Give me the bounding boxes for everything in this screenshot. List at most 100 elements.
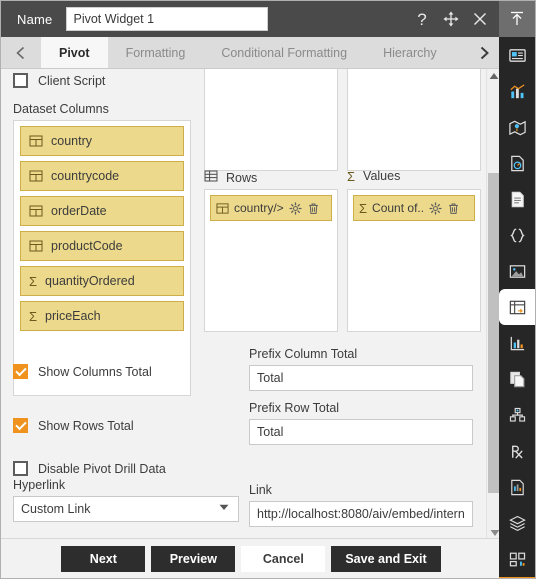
collapse-up-icon[interactable]: [499, 1, 535, 37]
table-column-icon: [216, 202, 229, 215]
cancel-button[interactable]: Cancel: [241, 545, 326, 572]
close-icon[interactable]: [471, 10, 489, 28]
image-icon[interactable]: [499, 253, 535, 289]
tab-formatting-label: Formatting: [125, 45, 186, 60]
columns-dropzone[interactable]: [204, 69, 338, 171]
checkbox-box: [13, 461, 28, 476]
tab-bar: Pivot Formatting Conditional Formatting …: [1, 37, 501, 69]
show-rows-total-checkbox[interactable]: Show Rows Total: [13, 418, 134, 433]
pivot-widget-dialog: Name ?: [0, 0, 536, 579]
column-name: quantityOrdered: [45, 274, 135, 288]
chevron-right-icon[interactable]: [467, 37, 501, 68]
sigma-icon: Σ: [29, 273, 38, 289]
widget-type-rail: [499, 37, 535, 578]
table-grid-icon: [204, 169, 218, 186]
trash-icon[interactable]: [447, 202, 460, 215]
rows-field-label: country/>: [234, 201, 284, 215]
tab-conditional-formatting-label: Conditional Formatting: [221, 45, 348, 60]
sigma-icon: Σ: [347, 168, 356, 184]
dashboard-grid-icon[interactable]: [499, 541, 535, 577]
tab-formatting[interactable]: Formatting: [108, 37, 204, 68]
map-icon[interactable]: [499, 109, 535, 145]
code-braces-icon[interactable]: [499, 217, 535, 253]
table-column-icon: [29, 239, 43, 253]
gear-icon[interactable]: [289, 201, 302, 215]
link-input[interactable]: [249, 501, 473, 527]
checkbox-box: [13, 73, 28, 88]
list-item[interactable]: countrycode: [20, 161, 184, 191]
show-columns-total-checkbox[interactable]: Show Columns Total: [13, 364, 152, 379]
disable-pivot-drill-label: Disable Pivot Drill Data: [38, 461, 166, 476]
client-script-label: Client Script: [38, 73, 106, 88]
values-dropzone[interactable]: Σ Count of..: [347, 189, 481, 332]
tab-hierarchy[interactable]: Hierarchy: [365, 37, 455, 68]
bar-chart-icon[interactable]: [499, 325, 535, 361]
name-label: Name: [17, 11, 53, 27]
values-zone-header: Σ Values: [347, 169, 400, 183]
tab-conditional-formatting[interactable]: Conditional Formatting: [203, 37, 365, 68]
prefix-row-total-input[interactable]: [249, 419, 473, 445]
document-icon[interactable]: [499, 181, 535, 217]
pivot-settings-panel: Client Script Dataset Columns country co…: [1, 69, 501, 540]
chevron-down-icon: [218, 500, 230, 518]
list-item[interactable]: productCode: [20, 231, 184, 261]
disable-pivot-drill-checkbox[interactable]: Disable Pivot Drill Data: [13, 461, 166, 476]
widget-name-input[interactable]: [66, 7, 269, 31]
hyperlink-value: Custom Link: [21, 502, 91, 516]
rx-prescription-icon[interactable]: [499, 433, 535, 469]
values-label: Values: [363, 169, 401, 183]
hyperlink-select[interactable]: Custom Link: [13, 496, 239, 522]
chevron-left-icon[interactable]: [1, 37, 41, 68]
gear-icon[interactable]: [429, 201, 442, 215]
prefix-column-total-input[interactable]: [249, 365, 473, 391]
hierarchy-cube-icon[interactable]: [499, 397, 535, 433]
prefix-row-total-label: Prefix Row Total: [249, 401, 340, 415]
rows-label: Rows: [226, 170, 258, 185]
dialog-footer: Next Preview Cancel Save and Exit: [1, 538, 501, 578]
sigma-icon: Σ: [359, 200, 368, 216]
values-field-label: Count of..: [372, 201, 425, 215]
tab-pivot-label: Pivot: [59, 45, 90, 60]
pivot-table-icon[interactable]: [499, 289, 535, 325]
checkbox-box: [13, 364, 28, 379]
rows-dropzone[interactable]: country/>: [204, 189, 338, 332]
chart-icon[interactable]: [499, 73, 535, 109]
list-item[interactable]: country: [20, 126, 184, 156]
report-document-icon[interactable]: [499, 469, 535, 505]
hyperlink-label: Hyperlink: [13, 478, 66, 492]
prefix-column-total-label: Prefix Column Total: [249, 347, 358, 361]
preview-button[interactable]: Preview: [151, 545, 236, 572]
dataset-columns-list[interactable]: country countrycode orderDate productCod…: [13, 120, 191, 396]
client-script-checkbox[interactable]: Client Script: [13, 73, 105, 88]
widget-panel-icon[interactable]: [499, 37, 535, 73]
dataset-columns-label: Dataset Columns: [13, 102, 109, 116]
tab-pivot[interactable]: Pivot: [41, 37, 108, 68]
list-item[interactable]: Σ quantityOrdered: [20, 266, 184, 296]
rows-field-chip[interactable]: country/>: [210, 195, 332, 221]
link-label: Link: [249, 483, 272, 497]
show-columns-total-label: Show Columns Total: [38, 364, 152, 379]
trash-icon[interactable]: [307, 202, 320, 215]
show-rows-total-label: Show Rows Total: [38, 418, 134, 433]
sigma-icon: Σ: [29, 308, 38, 324]
dialog-title-bar: Name ?: [1, 1, 501, 37]
move-icon[interactable]: [442, 10, 460, 28]
copy-page-icon[interactable]: [499, 361, 535, 397]
column-name: countrycode: [51, 169, 120, 183]
table-column-icon: [29, 204, 43, 218]
values-field-chip[interactable]: Σ Count of..: [353, 195, 475, 221]
tab-hierarchy-label: Hierarchy: [383, 45, 437, 60]
save-and-exit-button[interactable]: Save and Exit: [331, 545, 441, 572]
list-item[interactable]: Σ priceEach: [20, 301, 184, 331]
list-item[interactable]: orderDate: [20, 196, 184, 226]
next-button[interactable]: Next: [61, 545, 146, 572]
column-name: priceEach: [45, 309, 101, 323]
rows-zone-header: Rows: [204, 169, 257, 186]
column-name: productCode: [51, 239, 123, 253]
question-mark-icon[interactable]: ?: [413, 10, 431, 28]
layers-icon[interactable]: [499, 505, 535, 541]
table-column-icon: [29, 169, 43, 183]
gauge-document-icon[interactable]: [499, 145, 535, 181]
filters-dropzone[interactable]: [347, 69, 481, 171]
table-column-icon: [29, 134, 43, 148]
